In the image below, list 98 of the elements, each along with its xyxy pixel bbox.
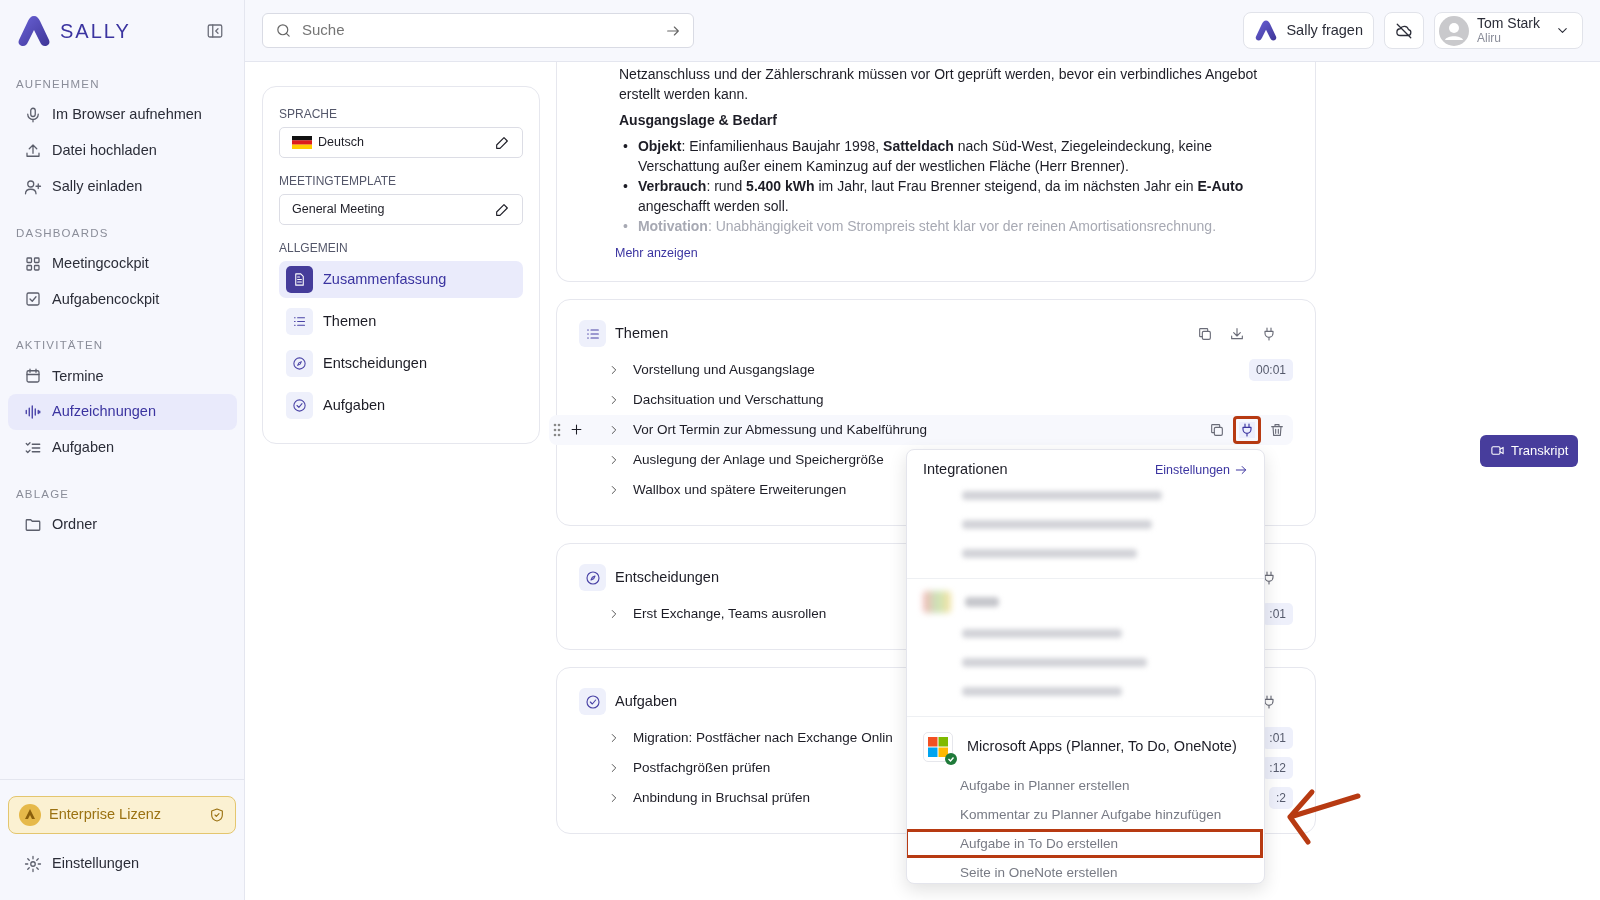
panel-nav-item[interactable]: Zusammenfassung [279, 261, 523, 298]
menu-item[interactable]: Aufgabe in To Do erstellen [907, 828, 1263, 858]
check-circle-icon [584, 693, 601, 710]
section-title: AKTIVITÄTEN [16, 339, 104, 352]
sidebar-collapse-icon [206, 22, 224, 40]
field-label: SPRACHE [279, 107, 337, 121]
menu-title: Integrationen [923, 460, 1008, 479]
bullet-marker: • [623, 217, 628, 236]
drag-handle-icon[interactable] [553, 422, 561, 437]
section-title: Themen [615, 323, 669, 343]
sidebar-item[interactable]: Termine [8, 358, 237, 395]
brand-name: SALLY [60, 19, 131, 44]
sidebar-item[interactable]: Aufgabencockpit [8, 281, 237, 318]
app-title: Microsoft Apps (Planner, To Do, OneNote) [967, 736, 1237, 756]
sidebar-item[interactable]: Ordner [8, 507, 237, 543]
section-title: AUFNEHMEN [16, 78, 100, 90]
settings-icon [24, 855, 42, 874]
blurred-logo [923, 590, 951, 613]
show-more-link[interactable]: Mehr anzeigen [615, 246, 698, 260]
calendar-icon [24, 367, 42, 386]
template-field[interactable]: General Meeting [279, 194, 523, 225]
settings-link[interactable]: Einstellungen [8, 846, 237, 882]
section-item-title[interactable]: Vorstellung und Ausgangslage [633, 359, 815, 381]
bullet-marker: • [623, 137, 628, 156]
license-badge[interactable]: Enterprise Lizenz [8, 796, 236, 835]
panel-nav-item[interactable]: Entscheidungen [279, 345, 523, 382]
edit-icon [494, 201, 510, 218]
cloud-off-icon [1395, 21, 1413, 40]
summary-bullet: Motivation: Unabhängigkeit vom Strompreis steht klar vor der reinen Amortisationsrechnung. [637, 217, 1217, 236]
search-field[interactable]: Suche [300, 18, 657, 43]
plug-button[interactable] [1233, 416, 1261, 444]
search-box[interactable]: Suche [262, 13, 694, 48]
avatar-icon [1439, 15, 1469, 46]
plug-icon [1239, 422, 1255, 438]
logo-icon [19, 804, 41, 827]
compass-icon [584, 569, 601, 586]
section-item-title[interactable]: Vor Ort Termin zur Abmessung und Kabelführung [633, 419, 927, 441]
microphone-icon [24, 106, 42, 125]
section-item-title[interactable]: Migration: Postfächer nach Exchange Onlin [633, 727, 893, 749]
add-icon [569, 422, 584, 437]
search-icon [275, 22, 292, 39]
plug-icon [1261, 325, 1277, 342]
summary-paragraph: Netzanschluss und der Zählerschrank müssen vor Ort geprüft werden, bevor ein verbindliches Angebot erstellt werden kann. [619, 65, 1259, 104]
section-title: ABLAGE [16, 487, 70, 500]
app-logo-icon [923, 731, 953, 762]
user-menu[interactable]: Tom Stark Aliru [1434, 12, 1583, 49]
summary-bullet: Objekt: Einfamilienhaus Baujahr 1998, Satteldach nach Süd-West, Ziegeleindeckung, keine Verschattung außer einem Kaminzug auf der westlichen Fläche (Herr Brenner). [637, 137, 1213, 176]
edit-icon [494, 134, 510, 151]
logo-icon [1254, 19, 1279, 42]
grid-icon [24, 254, 42, 273]
panel-nav-item[interactable]: Themen [279, 303, 523, 340]
waveform-icon [24, 403, 42, 422]
sidebar-item[interactable]: Sally einladen [8, 168, 237, 205]
download-icon [1229, 325, 1245, 342]
field-label: MEETINGTEMPLATE [279, 174, 397, 188]
document-icon [292, 272, 307, 287]
user-org: Aliru [1477, 30, 1502, 46]
flag-icon [292, 136, 312, 149]
logo-icon [16, 14, 52, 48]
language-field[interactable]: Deutsch [279, 127, 523, 158]
timestamp-badge[interactable]: 00:01 [1248, 359, 1293, 381]
ask-sally-button[interactable]: Sally fragen [1243, 12, 1374, 49]
section-item-title[interactable]: Erst Exchange, Teams ausrollen [633, 603, 827, 625]
cloud-off-button[interactable] [1384, 12, 1424, 49]
check-circle-icon [292, 398, 307, 413]
section-title: Aufgaben [615, 691, 678, 711]
menu-item[interactable]: Kommentar zu Planner Aufgabe hinzufügen [907, 799, 1263, 829]
menu-item[interactable]: Seite in OneNote erstellen [907, 857, 1263, 883]
list-icon [292, 314, 307, 329]
section-title: DASHBOARDS [16, 226, 109, 239]
settings-link[interactable]: Einstellungen [1154, 460, 1248, 480]
copy-icon [1209, 422, 1225, 438]
add-user-icon [24, 177, 42, 196]
sidebar-item[interactable]: Im Browser aufnehmen [8, 97, 237, 133]
sidebar-item[interactable]: Aufzeichnungen [8, 394, 237, 430]
copy-icon [1197, 325, 1213, 342]
panel-nav-item[interactable]: Aufgaben [279, 387, 523, 424]
blurred-text [965, 596, 999, 607]
summary-bullet: Verbrauch: rund 5.400 kWh im Jahr, laut Frau Brenner steigend, da im nächsten Jahr ein E-Auto angeschafft werden soll. [637, 177, 1245, 216]
sidebar-item[interactable]: Aufgaben [8, 430, 237, 466]
nav-title: ALLGEMEIN [279, 241, 348, 255]
compass-icon [292, 356, 307, 371]
sidebar-item[interactable]: Datei hochladen [8, 133, 237, 169]
timestamp-badge[interactable]: :2 [1269, 787, 1293, 809]
sidebar-item[interactable]: Meetingcockpit [8, 245, 237, 282]
section-item-title[interactable]: Postfachgrößen prüfen [633, 757, 771, 779]
trash-icon [1269, 422, 1285, 438]
section-item-title[interactable]: Anbindung in Bruchsal prüfen [633, 787, 811, 809]
user-name: Tom Stark [1477, 15, 1541, 31]
summary-heading: Ausgangslage & Bedarf [619, 111, 778, 130]
section-item-title[interactable]: Wallbox und spätere Erweiterungen [633, 479, 847, 501]
bullet-marker: • [623, 177, 628, 196]
section-title: Entscheidungen [615, 567, 719, 587]
menu-item[interactable]: Aufgabe in Planner erstellen [907, 770, 1263, 800]
section-item-title[interactable]: Dachsituation und Verschattung [633, 389, 824, 411]
checkbox-icon [24, 290, 42, 309]
transcript-button[interactable]: Transkript [1480, 435, 1579, 467]
section-item-title[interactable]: Auslegung der Anlage und Speichergröße [633, 449, 884, 471]
